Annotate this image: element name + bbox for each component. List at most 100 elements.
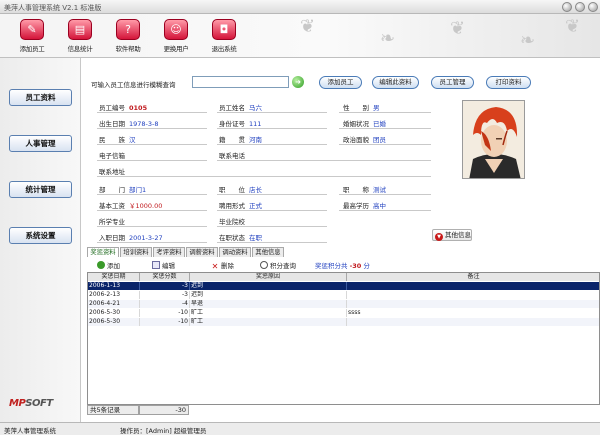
- table-cell: 2006-4-21: [88, 300, 140, 308]
- add-record-button[interactable]: 添加: [97, 260, 120, 270]
- table-cell: [347, 282, 599, 290]
- field-work-status: 在职状态 在职: [219, 232, 262, 242]
- decorative-leaf-icon: ❧: [520, 30, 536, 51]
- add-record-label: 添加: [107, 262, 120, 270]
- table-row[interactable]: 2006-4-21 -4 早退: [88, 300, 599, 308]
- company-logo: MPSOFT: [9, 398, 53, 409]
- column-header[interactable]: 奖惩分数: [140, 273, 190, 281]
- delete-record-button[interactable]: ✕ 删除: [211, 260, 234, 271]
- tab-salary-adjust[interactable]: 调薪资料: [186, 247, 218, 257]
- statistics-label: 信息统计: [67, 45, 93, 53]
- exit-button[interactable]: ◘ 退出系统: [202, 19, 246, 55]
- table-cell: -10: [140, 309, 190, 317]
- decorative-leaf-icon: ❦: [300, 16, 316, 37]
- employee-photo: [462, 100, 525, 179]
- column-header[interactable]: 奖惩日期: [88, 273, 140, 281]
- divider: [97, 226, 207, 227]
- field-label: 聘用形式: [219, 202, 245, 210]
- status-operator: 操作员：[Admin] 超级管理员: [120, 427, 207, 435]
- switch-user-button[interactable]: ☺ 更换用户: [154, 19, 198, 55]
- column-header[interactable]: 奖惩原因: [190, 273, 347, 281]
- field-entry-date: 入职日期 2001-3-27: [99, 232, 163, 242]
- nav-statistics[interactable]: 统计管理: [9, 181, 72, 198]
- field-value: 高中: [373, 202, 386, 210]
- field-birth-date: 出生日期 1978-3-8: [99, 118, 159, 128]
- field-phone: 联系电话: [219, 150, 249, 160]
- edit-record-action-button[interactable]: 编辑: [152, 260, 175, 270]
- divider: [97, 210, 207, 211]
- table-cell: 早退: [190, 300, 347, 308]
- table-cell: 2006-2-13: [88, 291, 140, 299]
- points-query-button[interactable]: 积分查询: [260, 260, 296, 270]
- field-address: 联系地址: [99, 166, 129, 176]
- column-header[interactable]: 备注: [347, 273, 599, 281]
- add-employee-pill-button[interactable]: 添加员工: [319, 76, 362, 89]
- search-label: 可输入员工信息进行模糊查询: [91, 81, 176, 89]
- decorative-leaf-icon: ❦: [450, 18, 466, 39]
- divider: [217, 112, 327, 113]
- go-arrow-icon[interactable]: ➜: [292, 76, 304, 88]
- table-cell: -3: [140, 282, 190, 290]
- table-cell: 2006-1-13: [88, 282, 140, 290]
- search-input[interactable]: [192, 76, 289, 88]
- records-table[interactable]: 奖惩日期 奖惩分数 奖惩原因 备注 2006-1-13 -3 迟到 2006-2…: [87, 272, 600, 405]
- table-cell: -3: [140, 291, 190, 299]
- divider: [339, 112, 431, 113]
- table-row[interactable]: 2006-2-13 -3 迟到: [88, 291, 599, 299]
- field-major: 所学专业: [99, 216, 129, 226]
- field-value: 河南: [249, 136, 262, 144]
- print-record-button[interactable]: 打印资料: [486, 76, 531, 89]
- field-label: 联系地址: [99, 168, 125, 176]
- field-value: 2001-3-27: [129, 234, 163, 242]
- field-label: 所学专业: [99, 218, 125, 226]
- field-hire-form: 聘用形式 正式: [219, 200, 262, 210]
- table-row[interactable]: 2006-1-13 -3 迟到: [88, 282, 599, 290]
- points-total-value: -30: [349, 262, 362, 270]
- main-panel: 可输入员工信息进行模糊查询 ➜ 添加员工 编辑此资料 员工管理 打印资料 员工编…: [81, 58, 600, 422]
- tab-evaluation[interactable]: 考评资料: [153, 247, 185, 257]
- nav-hr-management[interactable]: 人事管理: [9, 135, 72, 152]
- divider: [217, 226, 327, 227]
- employee-manage-button[interactable]: 员工管理: [431, 76, 474, 89]
- field-value: 汉: [129, 136, 136, 144]
- table-header: 奖惩日期 奖惩分数 奖惩原因 备注: [88, 273, 599, 281]
- table-row[interactable]: 2006-5-30 -10 旷工 ssss: [88, 309, 599, 317]
- field-value: 0105: [129, 104, 148, 112]
- main-toolbar: ✎ 添加员工 ▤ 信息统计 ? 软件帮助 ☺ 更换用户 ◘ 退出系统 ❦ ❧ ❦…: [0, 14, 600, 58]
- field-origin: 籍 贯河南: [219, 134, 262, 144]
- divider: [97, 144, 207, 145]
- nav-system-settings[interactable]: 系统设置: [9, 227, 72, 244]
- table-cell: 旷工: [190, 309, 347, 317]
- tab-transfer[interactable]: 调动资料: [219, 247, 251, 257]
- maximize-button[interactable]: [575, 2, 585, 12]
- tab-other-info[interactable]: 其他信息: [252, 247, 284, 257]
- nav-employee-info[interactable]: 员工资料: [9, 89, 72, 106]
- divider: [97, 160, 207, 161]
- help-button[interactable]: ? 软件帮助: [106, 19, 150, 55]
- left-navigation: 员工资料 人事管理 统计管理 系统设置 MPSOFT: [0, 58, 81, 422]
- tab-rewards-punishments[interactable]: 奖惩资料: [87, 247, 119, 257]
- other-info-button[interactable]: ▼ 其他信息: [432, 229, 472, 241]
- field-marital: 婚姻状况 已婚: [343, 118, 386, 128]
- field-label: 出生日期: [99, 120, 125, 128]
- close-button[interactable]: [588, 2, 598, 12]
- table-row[interactable]: 2006-5-30 -10 旷工: [88, 318, 599, 326]
- field-base-salary: 基本工资 ￥1000.00: [99, 200, 162, 210]
- points-query-label: 积分查询: [270, 262, 296, 270]
- field-political: 政治面貌 团员: [343, 134, 386, 144]
- field-label: 职 称: [343, 186, 369, 194]
- table-cell: 迟到: [190, 291, 347, 299]
- field-email: 电子信箱: [99, 150, 129, 160]
- divider: [339, 194, 431, 195]
- table-cell: -10: [140, 318, 190, 326]
- divider: [217, 128, 327, 129]
- add-employee-button[interactable]: ✎ 添加员工: [10, 19, 54, 55]
- statistics-button[interactable]: ▤ 信息统计: [58, 19, 102, 55]
- edit-record-button[interactable]: 编辑此资料: [372, 76, 419, 89]
- edit-icon: [152, 261, 160, 269]
- divider: [217, 242, 327, 243]
- other-info-label: 其他信息: [445, 231, 471, 239]
- minimize-button[interactable]: [562, 2, 572, 12]
- divider: [97, 242, 207, 243]
- tab-training[interactable]: 培训资料: [120, 247, 152, 257]
